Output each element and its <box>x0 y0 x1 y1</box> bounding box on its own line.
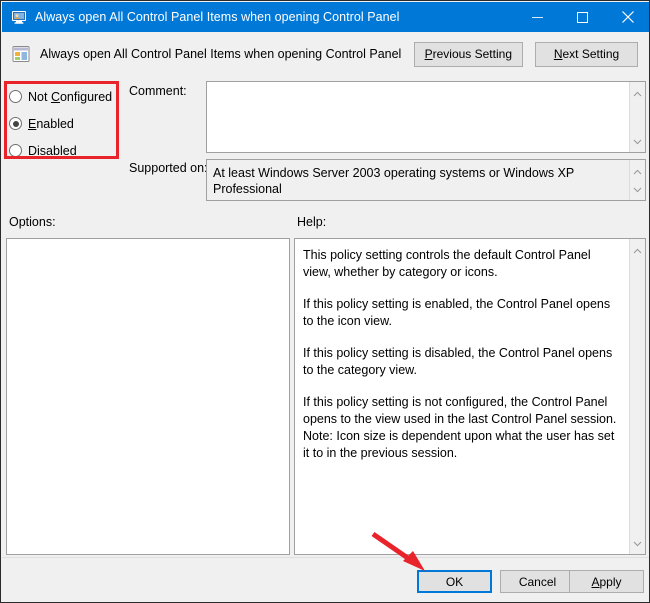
help-paragraph: If this policy setting is not configured… <box>303 395 617 426</box>
radio-enabled-label: Enabled <box>28 116 74 131</box>
comment-value[interactable] <box>207 82 629 152</box>
scroll-down-chevron-icon[interactable] <box>633 180 642 198</box>
help-paragraph: This policy setting controls the default… <box>303 248 591 279</box>
help-paragraph: Note: Icon size is dependent upon what t… <box>303 429 615 460</box>
options-panel-content <box>7 239 289 251</box>
radio-disabled-mark[interactable] <box>9 144 22 157</box>
scroll-up-chevron-icon[interactable] <box>633 162 642 180</box>
title-bar: Always open All Control Panel Items when… <box>2 2 649 32</box>
policy-setting-icon <box>12 45 30 63</box>
options-label: Options: <box>9 215 56 229</box>
previous-setting-accel: P <box>424 47 433 61</box>
window-title: Always open All Control Panel Items when… <box>35 10 400 24</box>
help-panel-text: This policy setting controls the default… <box>295 239 629 554</box>
policy-state-radio-group: Not Configured Enabled Disabled <box>9 85 119 158</box>
comment-label: Comment: <box>129 84 187 98</box>
help-scrollbar[interactable] <box>629 239 645 554</box>
apply-button[interactable]: Apply <box>569 570 644 593</box>
radio-enabled-mark[interactable] <box>9 117 22 130</box>
comment-textbox[interactable] <box>206 81 646 153</box>
radio-enabled[interactable]: Enabled <box>9 112 119 135</box>
next-setting-button[interactable]: Next Setting <box>535 41 638 67</box>
radio-not-configured[interactable]: Not Configured <box>9 85 119 108</box>
cancel-button-label: Cancel <box>518 574 557 589</box>
close-icon[interactable] <box>605 2 649 32</box>
ok-button-label: OK <box>445 574 464 589</box>
help-label: Help: <box>297 215 327 229</box>
radio-disabled[interactable]: Disabled <box>9 139 119 162</box>
policy-monitor-icon <box>11 9 27 25</box>
cancel-button[interactable]: Cancel <box>500 570 575 593</box>
scroll-up-chevron-icon[interactable] <box>633 241 642 259</box>
apply-button-accel: A <box>591 574 600 589</box>
apply-button-label-rest: pply <box>599 574 622 589</box>
previous-setting-label-rest: revious Setting <box>432 47 512 61</box>
policy-header-row: Always open All Control Panel Items when… <box>2 32 649 76</box>
next-setting-label-rest: ext Setting <box>562 47 620 61</box>
group-policy-setting-dialog: Always open All Control Panel Items when… <box>0 0 650 603</box>
maximize-icon[interactable] <box>560 2 605 32</box>
policy-setting-title: Always open All Control Panel Items when… <box>40 47 402 61</box>
help-panel: This policy setting controls the default… <box>294 238 646 555</box>
help-paragraph: If this policy setting is enabled, the C… <box>303 297 611 328</box>
radio-not-configured-mark[interactable] <box>9 90 22 103</box>
minimize-icon[interactable] <box>515 2 560 32</box>
radio-not-configured-label: Not Configured <box>28 89 113 104</box>
scroll-down-chevron-icon[interactable] <box>633 534 642 552</box>
ok-button[interactable]: OK <box>417 570 492 593</box>
comment-scrollbar[interactable] <box>629 82 645 152</box>
previous-setting-button[interactable]: Previous Setting <box>413 41 523 67</box>
next-setting-accel: N <box>553 47 563 61</box>
scroll-up-chevron-icon[interactable] <box>633 84 642 102</box>
supported-on-scrollbar[interactable] <box>629 160 645 200</box>
help-paragraph: If this policy setting is disabled, the … <box>303 346 613 377</box>
supported-on-value: At least Windows Server 2003 operating s… <box>213 166 575 196</box>
options-panel[interactable] <box>6 238 290 555</box>
supported-on-label: Supported on: <box>129 161 208 175</box>
scroll-down-chevron-icon[interactable] <box>633 132 642 150</box>
radio-disabled-label: Disabled <box>28 143 77 158</box>
supported-on-textbox: At least Windows Server 2003 operating s… <box>206 159 646 201</box>
dialog-footer: OK Cancel Apply <box>2 557 649 602</box>
